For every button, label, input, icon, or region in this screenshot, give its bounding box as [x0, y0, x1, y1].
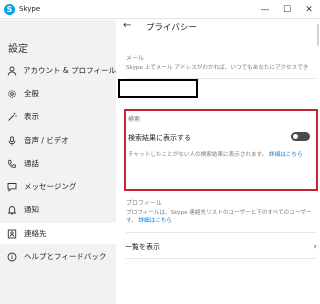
redaction-box: [118, 79, 198, 98]
sidebar-item-label: 表示: [24, 112, 39, 121]
bell-icon: [6, 204, 18, 216]
close-button[interactable]: ✕: [298, 0, 320, 19]
scrollbar[interactable]: [317, 24, 319, 46]
divider: [126, 258, 316, 259]
email-description: Skype 上でメール アドレスがわかれば、いつでもあなたにアクセスでき: [126, 65, 309, 71]
profile-description-text: す。: [126, 218, 137, 224]
sidebar-item-label: 全般: [24, 89, 39, 98]
chat-icon: [6, 181, 18, 193]
divider: [126, 232, 316, 233]
window-controls: — ☐ ✕: [254, 0, 320, 19]
skype-logo-icon: S: [4, 3, 15, 15]
profile-section-label: プロフィール: [126, 200, 162, 207]
sidebar-item-audio-video[interactable]: 音声 / ビデオ: [0, 130, 116, 151]
sidebar-item-notifications[interactable]: 通知: [0, 199, 116, 220]
page-title: プライバシー: [146, 23, 197, 33]
settings-sidebar: 設定 アカウント & プロフィール 全般 表示 音声 / ビデオ 通話 メッセー…: [0, 20, 116, 304]
info-icon: [6, 251, 18, 263]
email-section-label: メール: [126, 55, 145, 62]
minimize-button[interactable]: —: [254, 0, 276, 19]
show-list-row[interactable]: 一覧を表示 ›: [125, 239, 317, 255]
sidebar-item-label: 音声 / ビデオ: [24, 136, 69, 145]
sidebar-item-messaging[interactable]: メッセージング: [0, 176, 116, 197]
sidebar-item-label: 通知: [24, 205, 39, 214]
microphone-icon: [6, 135, 18, 147]
sidebar-item-calling[interactable]: 通話: [0, 153, 116, 174]
contacts-icon: [6, 228, 18, 240]
profile-description-line2: す。 詳細はこちら: [126, 217, 172, 225]
highlight-box: [124, 109, 318, 191]
gear-icon: [6, 88, 18, 100]
profile-description: プロフィールは、Skype 連絡先リストのユーザーと下のすべてのユーザー: [126, 210, 312, 216]
sidebar-item-label: メッセージング: [24, 182, 77, 191]
title-bar: S Skype — ☐ ✕: [0, 0, 320, 19]
window-title: Skype: [19, 5, 41, 13]
wand-icon: [6, 111, 18, 123]
person-icon: [6, 65, 17, 77]
sidebar-item-label: 連絡先: [24, 229, 47, 238]
sidebar-item-label: ヘルプとフィードバック: [24, 252, 107, 261]
show-list-label: 一覧を表示: [125, 243, 160, 251]
sidebar-item-general[interactable]: 全般: [0, 83, 116, 104]
sidebar-heading: 設定: [8, 44, 28, 55]
sidebar-item-help[interactable]: ヘルプとフィードバック: [0, 246, 116, 267]
sidebar-item-account[interactable]: アカウント & プロフィール: [0, 60, 116, 81]
sidebar-item-label: アカウント & プロフィール: [23, 66, 116, 75]
sidebar-item-appearance[interactable]: 表示: [0, 106, 116, 127]
maximize-button[interactable]: ☐: [276, 0, 298, 19]
sidebar-item-label: 通話: [24, 159, 39, 168]
phone-icon: [6, 158, 18, 170]
chevron-right-icon: ›: [313, 242, 317, 252]
back-arrow-icon[interactable]: ←: [123, 20, 131, 31]
profile-learn-more-link[interactable]: 詳細はこちら: [138, 218, 172, 224]
sidebar-item-contacts[interactable]: 連絡先: [0, 223, 116, 244]
privacy-panel: ← プライバシー メール Skype 上でメール アドレスがわかれば、いつでもあ…: [116, 20, 320, 304]
